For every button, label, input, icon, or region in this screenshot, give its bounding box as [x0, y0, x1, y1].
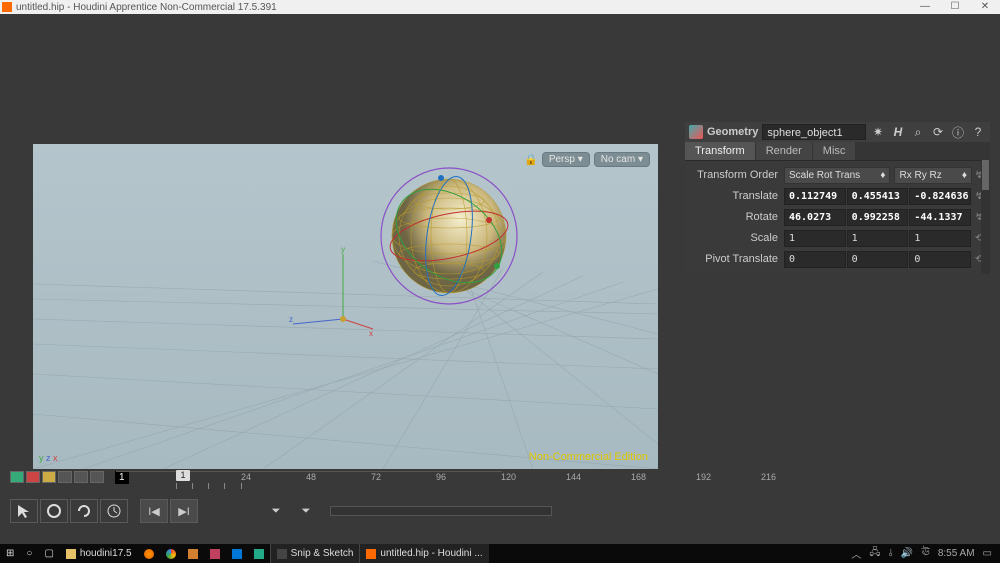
camera-dropdown[interactable]: No cam ▾ [594, 152, 650, 167]
key-marker-2[interactable]: ⏷ [292, 499, 320, 523]
windows-taskbar: ⊞ ○ ▢ houdini17.5 Snip & Sketch untitled… [0, 544, 1000, 563]
px-field[interactable]: 0 [784, 251, 846, 268]
pinned-icon[interactable] [204, 544, 226, 563]
firefox-icon[interactable] [138, 544, 160, 563]
search-button[interactable]: ○ [20, 544, 38, 563]
window-title: untitled.hip - Houdini Apprentice Non-Co… [16, 2, 277, 13]
pivot-label: Pivot Translate [689, 253, 784, 265]
houdini-h-icon[interactable]: H [890, 124, 906, 140]
xord-dropdown[interactable]: Scale Rot Trans♦ [784, 167, 890, 184]
minimize-button[interactable]: — [910, 0, 940, 14]
tray-up-icon[interactable]: ︿ [851, 546, 861, 561]
py-field[interactable]: 0 [847, 251, 909, 268]
help-icon[interactable]: ? [970, 124, 986, 140]
snip-icon [277, 549, 287, 559]
folder-icon [66, 549, 76, 559]
tray-wifi-icon[interactable]: ⫰ [889, 548, 893, 559]
playhead[interactable]: 1 [176, 470, 190, 481]
viewport-canvas: x y z [33, 144, 658, 469]
reload-icon[interactable]: ⟳ [930, 124, 946, 140]
rz-field[interactable]: -44.1337 [909, 209, 971, 226]
select-tool-button[interactable] [10, 499, 38, 523]
svg-text:z: z [289, 315, 293, 324]
sz-field[interactable]: 1 [909, 230, 971, 247]
tz-field[interactable]: -0.824636 [909, 188, 971, 205]
tx-field[interactable]: 0.112749 [784, 188, 846, 205]
play-button[interactable]: ▶I [170, 499, 198, 523]
record-button[interactable] [40, 499, 68, 523]
start-menu-button[interactable]: ⊞ [0, 544, 20, 563]
tray-network-icon[interactable]: 🖧 [869, 545, 880, 562]
chrome-icon[interactable] [160, 544, 182, 563]
tab-render[interactable]: Render [756, 142, 813, 160]
world-axis-gizmo [293, 254, 373, 329]
timeline-ruler[interactable]: 1 24 48 72 96 120 144 168 192 216 [116, 471, 502, 493]
timeline[interactable]: 1 1 24 48 72 96 120 144 168 192 216 [10, 471, 672, 493]
close-button[interactable]: ✕ [970, 0, 1000, 14]
svg-text:x: x [369, 329, 373, 338]
info-icon[interactable]: ⓘ [950, 124, 966, 140]
tray-lang-icon[interactable]: ঊ [921, 545, 930, 562]
tab-transform[interactable]: Transform [685, 142, 756, 160]
pinned-icon[interactable] [226, 544, 248, 563]
step-back-button[interactable]: I◀ [140, 499, 168, 523]
tab-misc[interactable]: Misc [813, 142, 857, 160]
tray-notifications-icon[interactable]: ▭ [983, 548, 992, 559]
edition-watermark: Non-Commercial Edition [529, 451, 648, 463]
xord-label: Transform Order [689, 169, 784, 181]
translate-label: Translate [689, 190, 784, 202]
rx-field[interactable]: 46.0273 [784, 209, 846, 226]
timeline-thumbs[interactable] [10, 471, 104, 483]
loop-button[interactable] [70, 499, 98, 523]
node-type-icon [689, 125, 703, 139]
taskview-button[interactable]: ▢ [38, 544, 59, 563]
scale-label: Scale [689, 232, 784, 244]
ty-field[interactable]: 0.455413 [847, 188, 909, 205]
sphere-object [379, 168, 520, 304]
scrub-track[interactable] [330, 506, 552, 516]
key-marker[interactable]: ⏷ [262, 499, 290, 523]
realtime-button[interactable] [100, 499, 128, 523]
sy-field[interactable]: 1 [847, 230, 909, 247]
playbar: I◀ ▶I ⏷ ⏷ [10, 497, 672, 525]
sx-field[interactable]: 1 [784, 230, 846, 247]
tray-volume-icon[interactable]: 🔊 [901, 548, 913, 559]
taskbar-app-snip[interactable]: Snip & Sketch [270, 544, 360, 563]
taskbar-app-houdini[interactable]: untitled.hip - Houdini ... [359, 544, 488, 563]
ry-field[interactable]: 0.992258 [847, 209, 909, 226]
pinned-icon[interactable] [182, 544, 204, 563]
node-type-label: Geometry [707, 126, 758, 138]
parameter-panel: Geometry sphere_object1 ✷ H ⌕ ⟳ ⓘ ? Tran… [685, 122, 990, 274]
param-scrollbar[interactable] [981, 160, 990, 274]
pinned-icon[interactable] [248, 544, 270, 563]
svg-text:y: y [341, 245, 345, 254]
tray-clock[interactable]: 8:55 AM [938, 548, 975, 559]
window-titlebar: untitled.hip - Houdini Apprentice Non-Co… [0, 0, 1000, 14]
lock-icon[interactable]: 🔒 [524, 153, 538, 167]
maximize-button[interactable]: ☐ [940, 0, 970, 14]
gear-icon[interactable]: ✷ [870, 124, 886, 140]
persp-dropdown[interactable]: Persp ▾ [542, 152, 590, 167]
explorer-item[interactable]: houdini17.5 [60, 544, 138, 563]
pz-field[interactable]: 0 [909, 251, 971, 268]
mini-axis-gizmo: y z x [39, 453, 58, 463]
houdini-icon [366, 549, 376, 559]
scene-viewport[interactable]: x y z [33, 144, 658, 469]
rord-dropdown[interactable]: Rx Ry Rz♦ [894, 167, 972, 184]
search-icon[interactable]: ⌕ [910, 124, 926, 140]
node-name-field[interactable]: sphere_object1 [762, 124, 866, 140]
app-icon [2, 2, 12, 12]
rotate-label: Rotate [689, 211, 784, 223]
